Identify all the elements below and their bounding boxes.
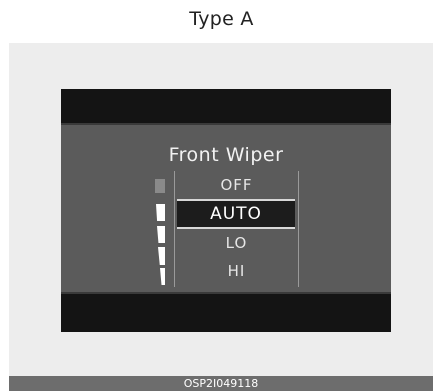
display-top-bar: [61, 89, 391, 125]
menu-divider-right: [298, 171, 299, 287]
display-bottom-bar: [61, 292, 391, 332]
wiper-mode-menu: OFF AUTO LO HI: [175, 171, 298, 287]
menu-option-lo[interactable]: LO: [175, 229, 298, 257]
display-title: Front Wiper: [168, 144, 284, 166]
level-segment-1: [155, 179, 165, 193]
menu-option-off[interactable]: OFF: [175, 171, 298, 199]
cluster-display: Front Wiper OFF AUTO LO HI: [61, 89, 391, 332]
level-segment-4: [158, 247, 165, 265]
level-segment-2: [156, 204, 165, 221]
level-segment-3: [157, 226, 165, 243]
menu-option-hi[interactable]: HI: [175, 257, 298, 285]
level-segment-5: [160, 268, 165, 285]
figure-caption: Type A: [189, 8, 254, 30]
figure-code-bar: OSP2I049118: [9, 376, 433, 391]
menu-option-auto-selected[interactable]: AUTO: [177, 199, 295, 229]
